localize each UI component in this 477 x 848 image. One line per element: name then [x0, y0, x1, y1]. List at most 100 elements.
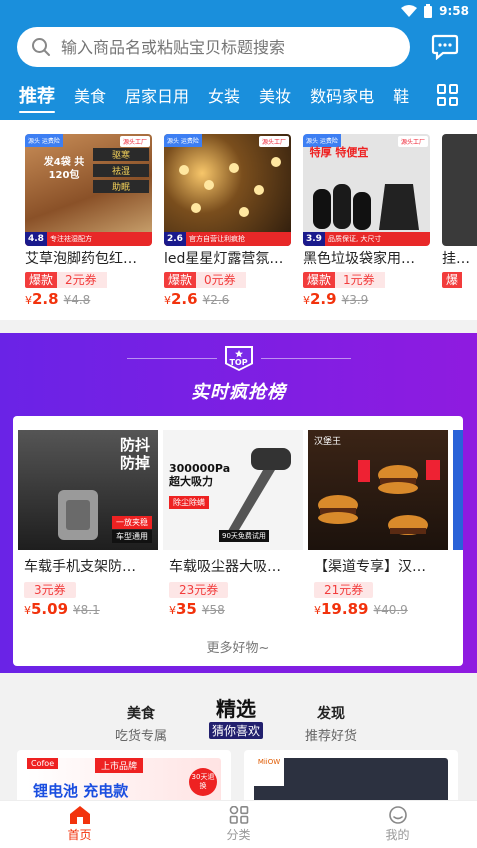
string-lights-illustration [179, 157, 281, 217]
factory-tag: 源头工厂 [397, 136, 428, 147]
ranking-header: TOP [0, 343, 477, 373]
image-tag: 一放夹稳 [112, 516, 152, 529]
coupon-badge: 23元券 [169, 582, 229, 598]
product-price: ¥2.8 [25, 290, 59, 308]
top-label: TOP [229, 358, 248, 367]
product-card[interactable]: 源头 运费险 源头工厂 2.6 官方自营让利疯抢 led星星灯露营氛… 爆款 0元券… [164, 134, 291, 308]
product-image: 源头 运费险 源头工厂 特厚 特便宜 3.9 品质保证, 大尺寸 [303, 134, 430, 246]
product-card[interactable]: 挂… 爆 [442, 134, 477, 288]
return-badge: 30天退换 [189, 768, 217, 796]
tab-digital[interactable]: 数码家电 [310, 83, 374, 107]
message-button[interactable] [430, 32, 460, 62]
ranking-item-image: 汉堡王 [308, 430, 448, 550]
product-tag: 源头 运费险 [25, 134, 63, 147]
more-goods-link[interactable]: 更多好物~ [13, 637, 463, 656]
ranking-item[interactable]: 300000Pa 超大吸力 除尘除螨 90天免费试用 车载吸尘器大吸… 23元券 … [163, 430, 303, 618]
product-image: 源头 运费险 源头工厂 发4袋 共120包 驱寒 祛湿 助眠 4.8 专注祛湿配方 [25, 134, 152, 246]
original-price: ¥8.1 [73, 603, 100, 617]
product-title: 艾草泡脚药包红… [25, 251, 137, 267]
choice-section: 美食 吃货专属 精选 猜你喜欢 发现 推荐好货 Cofoe 上市品牌 锂电池 充… [0, 673, 477, 810]
tab-shoes[interactable]: 鞋 [393, 83, 409, 107]
divider [126, 357, 217, 359]
tab-beauty[interactable]: 美妆 [259, 83, 291, 107]
tab-featured-section[interactable]: 精选 猜你喜欢 [209, 697, 264, 739]
image-tag: 除尘除螨 [169, 496, 209, 509]
coupon-badge: 3元券 [24, 582, 76, 598]
nav-home[interactable]: 首页 [0, 801, 159, 848]
hot-badge: 爆款 [303, 272, 336, 288]
product-card[interactable]: 源头 运费险 源头工厂 发4袋 共120包 驱寒 祛湿 助眠 4.8 专注祛湿配方… [25, 134, 152, 308]
burger-meal-illustration [318, 460, 440, 535]
factory-tag: 源头工厂 [119, 136, 150, 147]
original-price: ¥3.9 [341, 293, 369, 307]
product-image [442, 134, 477, 246]
all-categories-grid-icon[interactable] [437, 84, 459, 106]
hot-badge: 爆款 [25, 272, 58, 288]
product-strip: 源头 运费险 源头工厂 发4袋 共120包 驱寒 祛湿 助眠 4.8 专注祛湿配方… [0, 120, 477, 320]
ranking-item[interactable] [453, 430, 463, 550]
image-tag: 90天免费试用 [219, 530, 269, 542]
trash-bag-rolls-illustration [313, 184, 419, 230]
ranking-section: TOP 实时疯抢榜 防抖 防掉 一放夹稳 车型通用 车载手机支架防… 3元券 ¥5… [0, 333, 477, 673]
wifi-icon [401, 5, 418, 17]
status-time: 9:58 [439, 4, 469, 18]
original-price: ¥4.8 [63, 293, 91, 307]
hot-badge: 爆款 [164, 272, 197, 288]
product-card[interactable]: 源头 运费险 源头工厂 特厚 特便宜 3.9 品质保证, 大尺寸 黑色垃圾袋家用…… [303, 134, 430, 308]
product-price: ¥19.89 [314, 600, 369, 618]
original-price: ¥40.9 [373, 603, 408, 617]
tab-recommend[interactable]: 推荐 [19, 82, 55, 113]
app-header: 9:58 推荐 美食 居家日用 女装 美妆 数码家电 鞋 [0, 0, 477, 120]
product-price: ¥35 [169, 600, 197, 618]
battery-icon [424, 4, 433, 18]
ranking-item[interactable]: 汉堡王 【渠道专享】汉… 21元券 ¥19.89 ¥40.9 [308, 430, 448, 618]
product-title: 黑色垃圾袋家用… [303, 251, 415, 267]
image-tag: 车型通用 [112, 530, 152, 543]
tab-home[interactable]: 居家日用 [125, 83, 189, 107]
home-icon [69, 806, 90, 824]
ranking-item-image [453, 430, 463, 550]
ranking-item-image: 防抖 防掉 一放夹稳 车型通用 [18, 430, 158, 550]
ranking-item[interactable]: 防抖 防掉 一放夹稳 车型通用 车载手机支架防… 3元券 ¥5.09 ¥8.1 [18, 430, 158, 618]
ranking-item-image: 300000Pa 超大吸力 除尘除螨 90天免费试用 [163, 430, 303, 550]
search-box[interactable] [17, 27, 410, 67]
ranking-panel: 防抖 防掉 一放夹稳 车型通用 车载手机支架防… 3元券 ¥5.09 ¥8.1 30… [13, 416, 463, 666]
ranking-title: 实时疯抢榜 [191, 382, 286, 403]
chat-icon [431, 34, 459, 60]
image-price-bar: 4.8 专注祛湿配方 [25, 232, 152, 246]
ranking-item-title: 车载手机支架防… [24, 559, 136, 575]
image-price-bar: 3.9 品质保证, 大尺寸 [303, 232, 430, 246]
divider [260, 357, 351, 359]
product-price: ¥5.09 [24, 600, 69, 618]
product-price: ¥2.6 [164, 290, 198, 308]
headline-text: 特厚 特便宜 [309, 146, 369, 159]
coupon-badge: 21元券 [314, 582, 374, 598]
original-price: ¥2.6 [202, 293, 230, 307]
hot-badge: 爆 [442, 272, 463, 288]
coupon-badge: 2元券 [57, 272, 107, 288]
nav-category[interactable]: 分类 [159, 801, 318, 848]
product-image: 源头 运费险 源头工厂 2.6 官方自营让利疯抢 [164, 134, 291, 246]
category-icon [229, 806, 248, 824]
product-title: led星星灯露营氛… [164, 251, 284, 267]
tab-womens[interactable]: 女装 [208, 83, 240, 107]
ranking-item-title: 【渠道专享】汉… [314, 559, 426, 575]
category-tabs: 推荐 美食 居家日用 女装 美妆 数码家电 鞋 [0, 78, 477, 113]
ranking-item-title: 车载吸尘器大吸… [169, 559, 281, 575]
tab-discover-section[interactable]: 发现 推荐好货 [305, 703, 357, 744]
tab-food[interactable]: 美食 [74, 83, 106, 107]
image-price-bar: 2.6 官方自营让利疯抢 [164, 232, 291, 246]
pack-text: 发4袋 共120包 [43, 157, 85, 181]
top-badge-icon: TOP [223, 344, 255, 372]
search-icon [32, 38, 50, 56]
product-price: ¥2.9 [303, 290, 337, 308]
profile-icon [388, 806, 407, 824]
coupon-badge: 0元券 [196, 272, 246, 288]
original-price: ¥58 [201, 603, 225, 617]
search-input[interactable] [61, 37, 381, 57]
nav-profile[interactable]: 我的 [318, 801, 477, 848]
brand-label: 上市品牌 [95, 758, 144, 773]
search-row [17, 26, 462, 68]
benefit-labels: 驱寒 祛湿 助眠 [93, 148, 149, 210]
tab-food-section[interactable]: 美食 吃货专属 [115, 703, 167, 744]
